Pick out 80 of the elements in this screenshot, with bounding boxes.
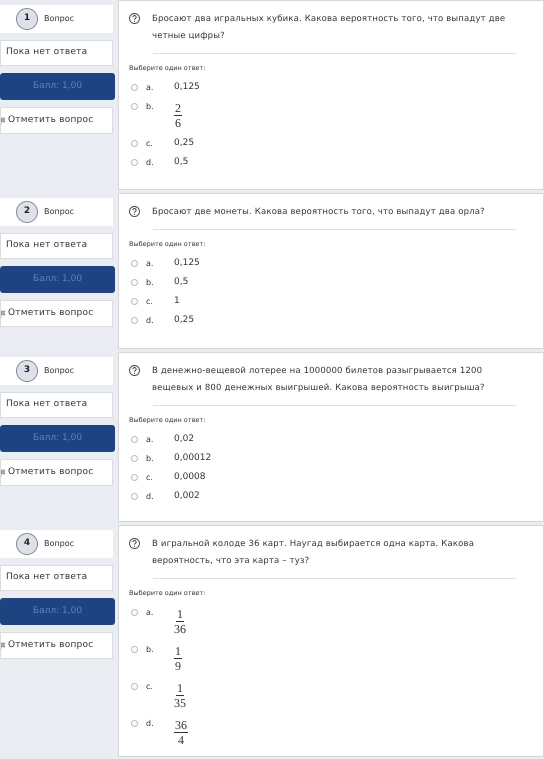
answer-value: 0,002 bbox=[174, 490, 200, 502]
answer-value: 0,5 bbox=[174, 156, 188, 168]
answer-value: 0,25 bbox=[174, 314, 194, 326]
option-letter: d. bbox=[146, 718, 155, 729]
flag-question-button[interactable]: Отметить вопрос bbox=[0, 300, 113, 327]
help-icon bbox=[129, 538, 140, 549]
question-number: 4 bbox=[16, 533, 38, 555]
help-icon bbox=[129, 365, 140, 376]
option-letter: c. bbox=[146, 138, 154, 149]
fraction: 36 4 bbox=[174, 718, 188, 747]
question-text: В игральной колоде 36 карт. Наугад выбирается одна карта. Какова вероятность, что эта карта – туз? bbox=[152, 538, 476, 568]
answer-value: 1 bbox=[174, 296, 180, 307]
question-number: 2 bbox=[16, 201, 38, 223]
score-badge: Балл: 1,00 bbox=[0, 266, 115, 293]
answer-value: 0,00012 bbox=[174, 452, 212, 464]
option-letter: a. bbox=[146, 258, 154, 269]
question-label: Вопрос bbox=[44, 538, 74, 550]
answer-status: Пока нет ответа bbox=[0, 233, 113, 259]
radio-button[interactable] bbox=[131, 646, 138, 653]
option-letter: b. bbox=[146, 100, 155, 112]
flag-icon bbox=[1, 310, 6, 318]
answer-value: 0,5 bbox=[174, 276, 188, 288]
radio-button[interactable] bbox=[131, 158, 138, 166]
radio-button[interactable] bbox=[131, 492, 138, 500]
option-letter: c. bbox=[146, 296, 154, 307]
option-letter: c. bbox=[146, 472, 154, 483]
flag-icon bbox=[1, 642, 6, 650]
flag-question-button[interactable]: Отметить вопрос bbox=[0, 107, 113, 134]
question-text: В денежно-вещевой лотерее на 1000000 билетов разыгрывается 1200 вещевых и 800 денежных выигрышей. Какова вероятность выигрыша? bbox=[152, 365, 486, 395]
question-number: 1 bbox=[16, 8, 38, 30]
flag-icon bbox=[1, 468, 6, 476]
fraction: 1 35 bbox=[174, 680, 186, 710]
radio-button[interactable] bbox=[131, 682, 138, 690]
answer-status: Пока нет ответа bbox=[0, 40, 113, 66]
option-letter: d. bbox=[146, 490, 155, 502]
score-badge: Балл: 1,00 bbox=[0, 73, 115, 100]
option-letter: a. bbox=[146, 82, 154, 93]
question-label: Вопрос bbox=[44, 206, 74, 218]
question-text: Бросают две монеты. Какова вероятность того, что выпадут два орла? bbox=[152, 206, 485, 219]
radio-button[interactable] bbox=[131, 436, 138, 443]
radio-button[interactable] bbox=[131, 102, 138, 110]
score-badge: Балл: 1,00 bbox=[0, 598, 115, 625]
answer-value: 0,02 bbox=[174, 434, 194, 445]
answer-status: Пока нет ответа bbox=[0, 565, 113, 591]
option-letter: b. bbox=[146, 644, 155, 655]
answer-status: Пока нет ответа bbox=[0, 392, 113, 418]
question-label: Вопрос bbox=[44, 365, 74, 377]
radio-button[interactable] bbox=[131, 474, 138, 481]
option-letter: a. bbox=[146, 606, 154, 618]
option-letter: b. bbox=[146, 276, 155, 288]
option-letter: b. bbox=[146, 452, 155, 464]
flag-question-button[interactable]: Отметить вопрос bbox=[0, 632, 113, 659]
score-badge: Балл: 1,00 bbox=[0, 425, 115, 452]
radio-button[interactable] bbox=[131, 278, 138, 286]
answer-value: 0,0008 bbox=[174, 472, 206, 483]
radio-button[interactable] bbox=[131, 720, 138, 727]
radio-button[interactable] bbox=[131, 140, 138, 147]
radio-button[interactable] bbox=[131, 298, 138, 305]
flag-question-button[interactable]: Отметить вопрос bbox=[0, 459, 113, 486]
fraction: 1 36 bbox=[174, 606, 186, 636]
radio-button[interactable] bbox=[131, 454, 138, 462]
radio-button[interactable] bbox=[131, 84, 138, 91]
fraction: 2 6 bbox=[174, 100, 182, 130]
question-label: Вопрос bbox=[44, 13, 74, 25]
answer-value: 0,125 bbox=[174, 82, 200, 93]
flag-icon bbox=[1, 116, 6, 124]
option-letter: c. bbox=[146, 680, 154, 692]
option-letter: d. bbox=[146, 314, 155, 326]
radio-button[interactable] bbox=[131, 260, 138, 267]
answer-value: 0,25 bbox=[174, 138, 194, 149]
fraction: 1 9 bbox=[174, 644, 182, 673]
help-icon bbox=[129, 13, 140, 24]
radio-button[interactable] bbox=[131, 316, 138, 324]
option-letter: a. bbox=[146, 434, 154, 445]
help-icon bbox=[129, 206, 140, 217]
question-number: 3 bbox=[16, 360, 38, 382]
answer-value: 0,125 bbox=[174, 258, 200, 269]
option-letter: d. bbox=[146, 156, 155, 168]
question-text: Бросают два игральных кубика. Какова вероятность того, что выпадут две четные цифры? bbox=[152, 13, 506, 43]
radio-button[interactable] bbox=[131, 608, 138, 616]
